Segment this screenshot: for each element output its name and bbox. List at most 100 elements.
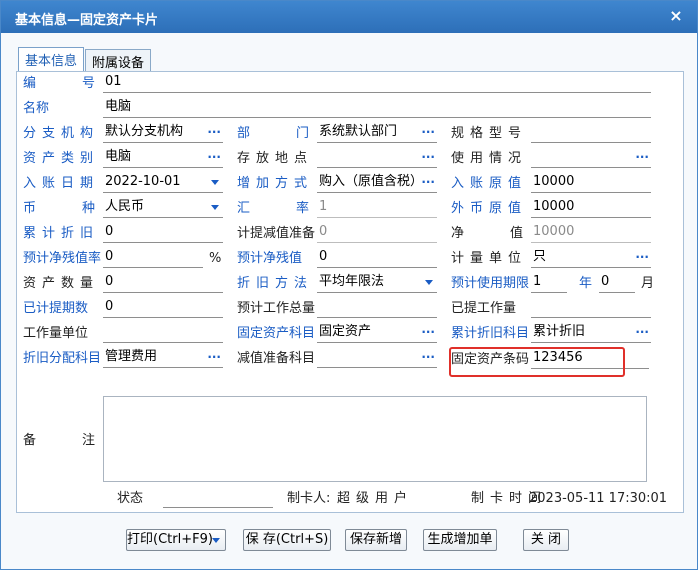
- form-panel: 编号 01 名称 电脑 分支机构 默认分支机构 ··· 部门 系统默认部门 ··· …: [16, 71, 684, 513]
- asset-type-field[interactable]: 电脑 ···: [103, 148, 223, 168]
- entry-date-field[interactable]: 2022-10-01: [103, 173, 223, 193]
- quantity-field[interactable]: 0: [103, 273, 223, 293]
- entry-date-label: 入账日期: [23, 176, 100, 191]
- impair-subject-field[interactable]: ···: [317, 348, 437, 368]
- net-field: 10000: [531, 223, 651, 243]
- maker-label: 制卡人:: [287, 491, 331, 506]
- location-label: 存放地点: [237, 151, 314, 166]
- add-method-field[interactable]: 购入（原值含税） ···: [317, 173, 437, 193]
- add-method-picker-icon[interactable]: ···: [421, 173, 435, 191]
- residual-rate-field[interactable]: 0: [103, 248, 203, 268]
- tab-basic-info[interactable]: 基本信息: [18, 47, 85, 72]
- branch-field[interactable]: 默认分支机构 ···: [103, 123, 223, 143]
- entry-value-label: 入账原值: [451, 176, 528, 191]
- foreign-value-label: 外币原值: [451, 201, 528, 216]
- residual-value-field[interactable]: 0: [317, 248, 437, 268]
- total-work-field[interactable]: [317, 298, 437, 318]
- foreign-value-field[interactable]: 10000: [531, 198, 651, 218]
- dept-picker-icon[interactable]: ···: [421, 123, 435, 141]
- print-dropdown-icon[interactable]: [212, 538, 220, 543]
- month-unit: 月: [641, 276, 655, 291]
- dep-method-field[interactable]: 平均年限法: [317, 273, 437, 293]
- alloc-subject-label: 折旧分配科目: [23, 351, 102, 366]
- life-months-field[interactable]: 0: [599, 273, 635, 293]
- time-label: 制卡时间: [471, 491, 548, 506]
- impair-subject-label: 减值准备科目: [237, 351, 316, 366]
- asset-type-label: 资产类别: [23, 151, 100, 166]
- dept-label: 部门: [237, 126, 309, 141]
- net-label: 净值: [451, 226, 523, 241]
- done-work-label: 已提工作量: [451, 301, 517, 316]
- maker-value: 超级用户: [337, 491, 414, 506]
- status-field: [163, 488, 273, 508]
- unit-picker-icon[interactable]: ···: [635, 248, 649, 266]
- rate-label: 汇率: [237, 201, 309, 216]
- dept-field[interactable]: 系统默认部门 ···: [317, 123, 437, 143]
- periods-field[interactable]: 0: [103, 298, 223, 318]
- model-field[interactable]: [531, 123, 651, 143]
- branch-picker-icon[interactable]: ···: [207, 123, 221, 141]
- dep-subject-label: 累计折旧科目: [451, 326, 530, 341]
- percent-sign: %: [209, 251, 222, 266]
- title-bar: 基本信息—固定资产卡片 ×: [1, 1, 697, 33]
- generate-add-button[interactable]: 生成增加单: [423, 529, 497, 551]
- location-picker-icon[interactable]: ···: [421, 148, 435, 166]
- work-unit-label: 工作量单位: [23, 326, 89, 341]
- save-new-button[interactable]: 保存新增: [345, 529, 407, 551]
- location-field[interactable]: ···: [317, 148, 437, 168]
- barcode-field[interactable]: 123456: [531, 349, 649, 369]
- periods-label: 已计提期数: [23, 301, 89, 316]
- name-label: 名称: [23, 101, 50, 116]
- model-label: 规格型号: [451, 126, 528, 141]
- dep-subject-field[interactable]: 累计折旧 ···: [531, 323, 651, 343]
- close-button[interactable]: 关 闭: [523, 529, 569, 551]
- usage-picker-icon[interactable]: ···: [635, 148, 649, 166]
- unit-label: 计量单位: [451, 251, 528, 266]
- year-unit: 年: [579, 276, 593, 291]
- print-button[interactable]: 打印(Ctrl+F9): [126, 529, 226, 551]
- impair-subject-picker-icon[interactable]: ···: [421, 348, 435, 366]
- residual-value-label: 预计净残值: [237, 251, 303, 266]
- name-field[interactable]: 电脑: [103, 98, 651, 118]
- asset-type-picker-icon[interactable]: ···: [207, 148, 221, 166]
- window-title: 基本信息—固定资产卡片: [15, 13, 159, 28]
- currency-field[interactable]: 人民币: [103, 198, 223, 218]
- dep-method-label: 折旧方法: [237, 276, 314, 291]
- life-years-field[interactable]: 1: [531, 273, 567, 293]
- remark-textarea[interactable]: [103, 396, 647, 482]
- done-work-field[interactable]: [531, 298, 651, 318]
- date-dropdown-icon[interactable]: [211, 180, 219, 185]
- life-label: 预计使用期限: [451, 276, 530, 291]
- asset-subject-picker-icon[interactable]: ···: [421, 323, 435, 341]
- time-value: 2023-05-11 17:30:01: [529, 491, 668, 506]
- rate-field: 1: [317, 198, 437, 218]
- usage-field[interactable]: ···: [531, 148, 651, 168]
- impairment-label: 计提减值准备: [237, 226, 316, 241]
- add-method-label: 增加方式: [237, 176, 314, 191]
- close-icon[interactable]: ×: [667, 6, 685, 26]
- alloc-subject-field[interactable]: 管理费用 ···: [103, 348, 223, 368]
- entry-value-field[interactable]: 10000: [531, 173, 651, 193]
- unit-field[interactable]: 只 ···: [531, 248, 651, 268]
- quantity-label: 资产数量: [23, 276, 100, 291]
- status-label: 状态: [117, 491, 144, 506]
- total-work-label: 预计工作总量: [237, 301, 316, 316]
- currency-dropdown-icon[interactable]: [211, 205, 219, 210]
- residual-rate-label: 预计净残值率: [23, 251, 102, 266]
- save-button[interactable]: 保 存(Ctrl+S): [243, 529, 331, 551]
- tab-accessories[interactable]: 附属设备: [85, 49, 152, 71]
- alloc-subject-picker-icon[interactable]: ···: [207, 348, 221, 366]
- usage-label: 使用情况: [451, 151, 528, 166]
- code-field[interactable]: 01: [103, 73, 651, 93]
- remark-label: 备注: [23, 433, 95, 448]
- code-label: 编号: [23, 76, 95, 91]
- work-unit-field[interactable]: [103, 323, 223, 343]
- dep-method-dropdown-icon[interactable]: [425, 280, 433, 285]
- accum-dep-label: 累计折旧: [23, 226, 100, 241]
- accum-dep-field[interactable]: 0: [103, 223, 223, 243]
- asset-subject-label: 固定资产科目: [237, 326, 316, 341]
- asset-subject-field[interactable]: 固定资产 ···: [317, 323, 437, 343]
- branch-label: 分支机构: [23, 126, 100, 141]
- asset-card-window: 基本信息—固定资产卡片 × 基本信息 附属设备 编号 01 名称 电脑 分支机构…: [0, 0, 698, 570]
- dep-subject-picker-icon[interactable]: ···: [635, 323, 649, 341]
